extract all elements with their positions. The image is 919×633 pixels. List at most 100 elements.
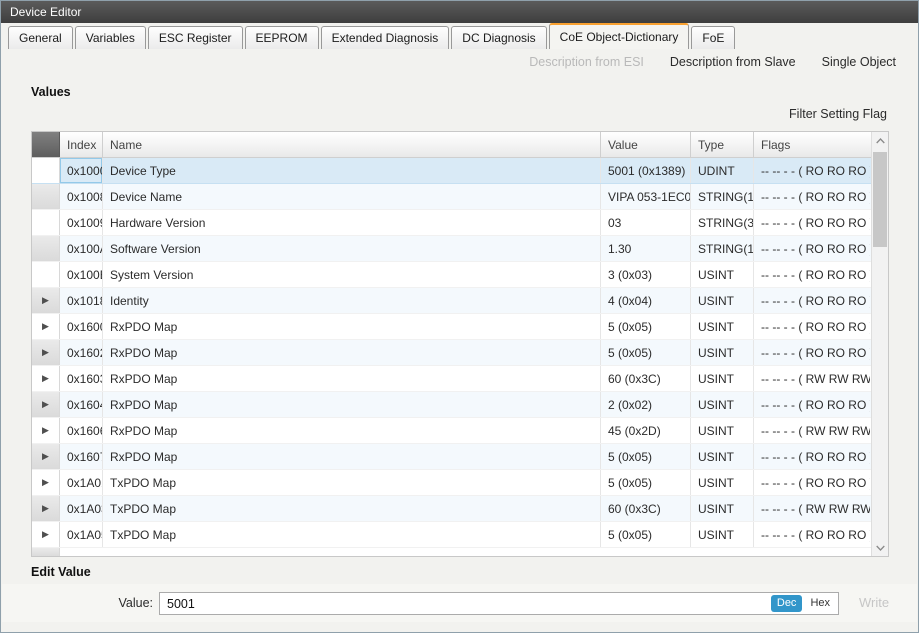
cell-value[interactable]: 45 (0x2D) xyxy=(601,418,691,443)
cell-name[interactable]: System Version xyxy=(103,262,601,287)
table-row[interactable]: 0x100BSystem Version3 (0x03)USINT-- -- -… xyxy=(32,262,888,288)
table-row[interactable]: ▶0x1607RxPDO Map5 (0x05)USINT-- -- - - (… xyxy=(32,444,888,470)
row-expander[interactable]: ▶ xyxy=(32,366,60,391)
cell-name[interactable]: RxPDO Map xyxy=(103,366,601,391)
cell-name[interactable]: TxPDO Map xyxy=(103,522,601,547)
column-header-index[interactable]: Index xyxy=(60,132,103,157)
table-row[interactable]: ▶0x1A01TxPDO Map5 (0x05)USINT-- -- - - (… xyxy=(32,470,888,496)
column-header-name[interactable]: Name xyxy=(103,132,601,157)
tab-eeprom[interactable]: EEPROM xyxy=(245,26,319,49)
cell-name[interactable]: Hardware Version xyxy=(103,210,601,235)
description-from-slave-button[interactable]: Description from Slave xyxy=(670,55,796,69)
cell-flags[interactable]: -- -- - - ( RW RW RW ) xyxy=(754,366,870,391)
cell-flags[interactable]: -- -- - - ( RW RW RW ) xyxy=(754,496,870,521)
cell-flags[interactable]: -- -- - - ( RO RO RO ) xyxy=(754,470,870,495)
cell-type[interactable]: USINT xyxy=(691,314,754,339)
cell-type[interactable]: UDINT xyxy=(691,158,754,183)
cell-flags[interactable]: -- -- - - ( RO RO RO ) xyxy=(754,392,870,417)
cell-value[interactable]: 4 (0x04) xyxy=(601,288,691,313)
table-row-partial[interactable] xyxy=(32,548,888,557)
hex-toggle-button[interactable]: Hex xyxy=(805,595,835,612)
cell-value[interactable]: 3 (0x03) xyxy=(601,262,691,287)
cell-name[interactable]: Device Type xyxy=(103,158,601,183)
cell-type[interactable]: USINT xyxy=(691,418,754,443)
cell-name[interactable]: RxPDO Map xyxy=(103,340,601,365)
cell-type[interactable]: USINT xyxy=(691,262,754,287)
single-object-button[interactable]: Single Object xyxy=(822,55,896,69)
cell-value[interactable]: 5 (0x05) xyxy=(601,340,691,365)
cell-flags[interactable]: -- -- - - ( RO RO RO ) xyxy=(754,444,870,469)
cell-value[interactable]: 5 (0x05) xyxy=(601,522,691,547)
tab-coe-object-dictionary[interactable]: CoE Object-Dictionary xyxy=(549,23,690,49)
cell-type[interactable]: USINT xyxy=(691,288,754,313)
row-expander[interactable]: ▶ xyxy=(32,522,60,547)
cell-flags[interactable]: -- -- - - ( RO RO RO ) xyxy=(754,262,870,287)
cell-name[interactable]: Software Version xyxy=(103,236,601,261)
cell-flags[interactable]: -- -- - - ( RO RO RO ) xyxy=(754,158,870,183)
cell-value[interactable]: 2 (0x02) xyxy=(601,392,691,417)
cell-index[interactable]: 0x1604 xyxy=(60,392,103,417)
table-row[interactable]: 0x1009Hardware Version03STRING(3)-- -- -… xyxy=(32,210,888,236)
column-header-value[interactable]: Value xyxy=(601,132,691,157)
column-header-flags[interactable]: Flags xyxy=(754,132,870,157)
cell-index[interactable]: 0x1A03 xyxy=(60,496,103,521)
cell-value[interactable]: 5 (0x05) xyxy=(601,444,691,469)
table-row[interactable]: ▶0x1600RxPDO Map5 (0x05)USINT-- -- - - (… xyxy=(32,314,888,340)
cell-type[interactable]: STRING(17) xyxy=(691,184,754,209)
cell-value[interactable]: 1.30 xyxy=(601,236,691,261)
cell-index[interactable]: 0x100B xyxy=(60,262,103,287)
cell-index[interactable]: 0x1603 xyxy=(60,366,103,391)
cell-type[interactable]: USINT xyxy=(691,522,754,547)
cell-index[interactable]: 0x1607 xyxy=(60,444,103,469)
table-row[interactable]: 0x100ASoftware Version1.30STRING(12)-- -… xyxy=(32,236,888,262)
cell-index[interactable]: 0x100A xyxy=(60,236,103,261)
table-row[interactable]: 0x1008Device NameVIPA 053-1EC00STRING(17… xyxy=(32,184,888,210)
vertical-scrollbar[interactable] xyxy=(871,132,888,556)
cell-name[interactable]: RxPDO Map xyxy=(103,392,601,417)
scrollbar-thumb[interactable] xyxy=(873,152,887,247)
cell-name[interactable]: RxPDO Map xyxy=(103,444,601,469)
cell-value[interactable]: 60 (0x3C) xyxy=(601,496,691,521)
table-row[interactable]: ▶0x1603RxPDO Map60 (0x3C)USINT-- -- - - … xyxy=(32,366,888,392)
tab-general[interactable]: General xyxy=(8,26,73,49)
cell-type[interactable]: USINT xyxy=(691,496,754,521)
cell-type[interactable]: USINT xyxy=(691,340,754,365)
cell-value[interactable]: 60 (0x3C) xyxy=(601,366,691,391)
table-row[interactable]: ▶0x1602RxPDO Map5 (0x05)USINT-- -- - - (… xyxy=(32,340,888,366)
cell-name[interactable]: TxPDO Map xyxy=(103,496,601,521)
cell-index[interactable]: 0x1602 xyxy=(60,340,103,365)
cell-value[interactable]: 03 xyxy=(601,210,691,235)
cell-index[interactable]: 0x1008 xyxy=(60,184,103,209)
column-header-type[interactable]: Type xyxy=(691,132,754,157)
cell-flags[interactable]: -- -- - - ( RO RO RO ) xyxy=(754,288,870,313)
cell-value[interactable]: 5 (0x05) xyxy=(601,470,691,495)
cell-flags[interactable]: -- -- - - ( RO RO RO ) xyxy=(754,340,870,365)
cell-flags[interactable]: -- -- - - ( RO RO RO ) xyxy=(754,184,870,209)
cell-value[interactable]: 5 (0x05) xyxy=(601,314,691,339)
cell-index[interactable]: 0x1A05 xyxy=(60,522,103,547)
tab-variables[interactable]: Variables xyxy=(75,26,146,49)
table-row[interactable]: ▶0x1604RxPDO Map2 (0x02)USINT-- -- - - (… xyxy=(32,392,888,418)
cell-index[interactable]: 0x1000 xyxy=(60,158,103,183)
cell-flags[interactable]: -- -- - - ( RO RO RO ) xyxy=(754,210,870,235)
tab-esc-register[interactable]: ESC Register xyxy=(148,26,243,49)
cell-type[interactable]: USINT xyxy=(691,470,754,495)
cell-flags[interactable]: -- -- - - ( RO RO RO ) xyxy=(754,236,870,261)
table-row[interactable]: ▶0x1A03TxPDO Map60 (0x3C)USINT-- -- - - … xyxy=(32,496,888,522)
cell-type[interactable]: STRING(3) xyxy=(691,210,754,235)
cell-name[interactable]: RxPDO Map xyxy=(103,418,601,443)
table-row[interactable]: ▶0x1018Identity4 (0x04)USINT-- -- - - ( … xyxy=(32,288,888,314)
row-expander[interactable]: ▶ xyxy=(32,314,60,339)
cell-name[interactable]: TxPDO Map xyxy=(103,470,601,495)
cell-index[interactable]: 0x1A01 xyxy=(60,470,103,495)
cell-value[interactable]: VIPA 053-1EC00 xyxy=(601,184,691,209)
row-expander[interactable]: ▶ xyxy=(32,288,60,313)
cell-name[interactable]: Identity xyxy=(103,288,601,313)
scrollbar-up-button[interactable] xyxy=(872,132,888,149)
row-expander[interactable]: ▶ xyxy=(32,444,60,469)
cell-flags[interactable]: -- -- - - ( RO RO RO ) xyxy=(754,314,870,339)
cell-name[interactable]: Device Name xyxy=(103,184,601,209)
row-expander[interactable]: ▶ xyxy=(32,496,60,521)
table-row[interactable]: 0x1000Device Type5001 (0x1389)UDINT-- --… xyxy=(32,158,888,184)
row-expander[interactable]: ▶ xyxy=(32,418,60,443)
